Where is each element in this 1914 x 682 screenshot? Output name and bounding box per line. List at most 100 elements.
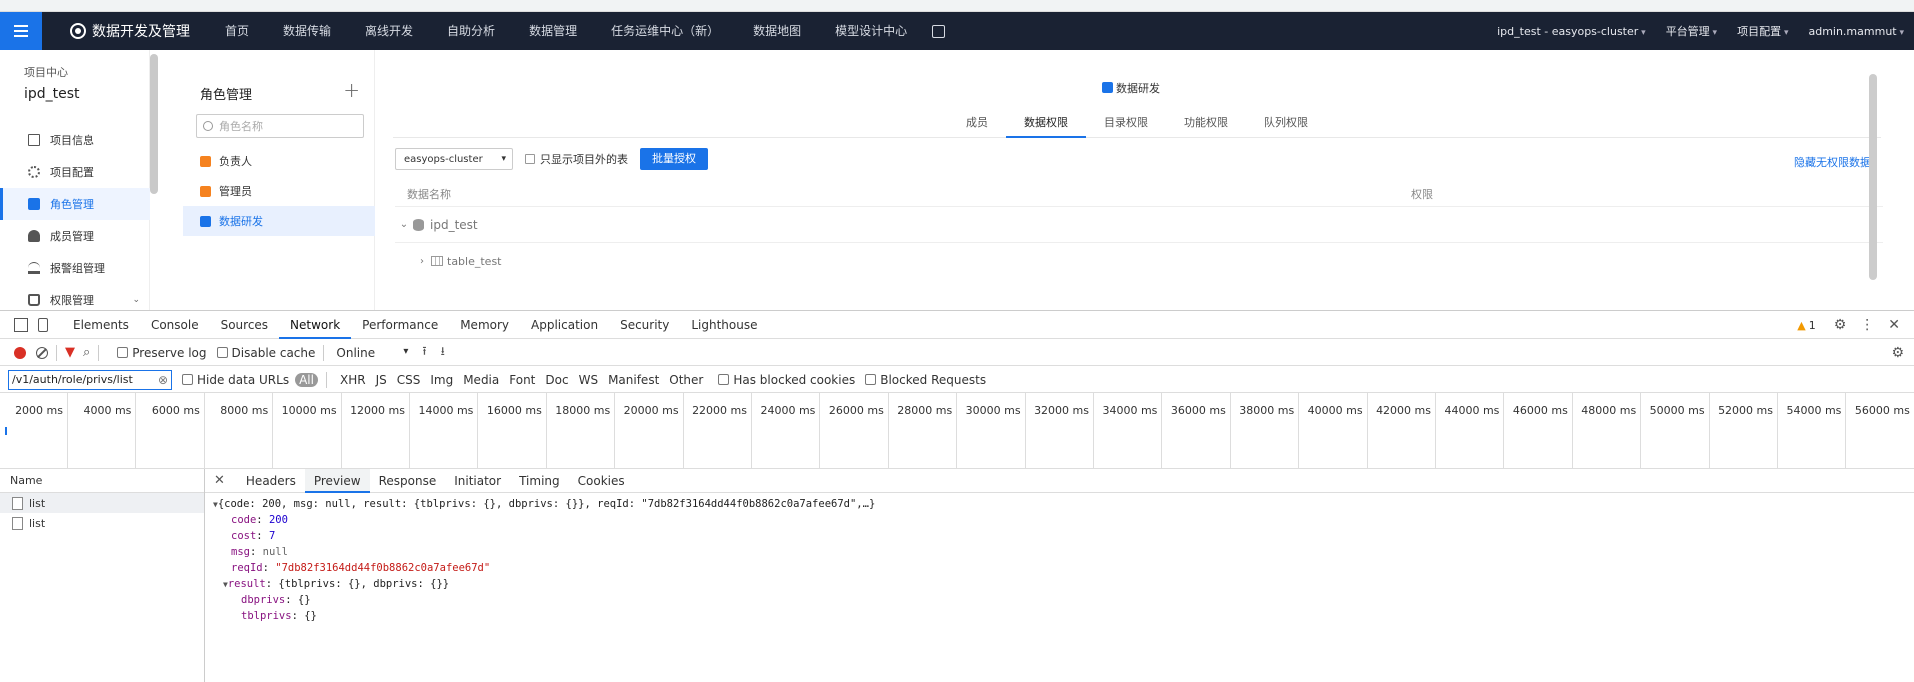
sidebar-item-member-management[interactable]: 成员管理 bbox=[0, 220, 150, 252]
filter-type-all[interactable]: All bbox=[295, 372, 318, 387]
tab-headers[interactable]: Headers bbox=[237, 469, 305, 493]
inspect-icon[interactable] bbox=[14, 317, 28, 332]
request-row[interactable]: list bbox=[0, 493, 204, 513]
clear-icon[interactable] bbox=[36, 346, 48, 359]
sidebar-scrollbar[interactable] bbox=[150, 54, 158, 194]
gear-icon[interactable]: ⚙ bbox=[1834, 317, 1847, 333]
role-item-admin[interactable]: 管理员 bbox=[183, 176, 375, 206]
filter-type-other[interactable]: Other bbox=[664, 373, 708, 387]
json-line[interactable]: ▼result: {tblprivs: {}, dbprivs: {}} bbox=[213, 576, 1914, 592]
role-search-input[interactable]: 角色名称 bbox=[196, 114, 364, 138]
only-external-checkbox[interactable] bbox=[525, 154, 535, 164]
filter-icon[interactable]: ▼ bbox=[65, 345, 75, 360]
tab-timing[interactable]: Timing bbox=[510, 469, 569, 493]
tab-memory[interactable]: Memory bbox=[449, 311, 520, 339]
sidebar-item-project-info[interactable]: 项目信息 bbox=[0, 124, 150, 156]
json-preview[interactable]: ▼{code: 200, msg: null, result: {tblpriv… bbox=[205, 493, 1914, 624]
warnings-badge[interactable]: 1 bbox=[1797, 319, 1816, 332]
timeline-tick: 50000 ms bbox=[1642, 393, 1710, 469]
export-har-icon[interactable]: ⭳ bbox=[441, 342, 445, 363]
chevron-right-icon[interactable]: › bbox=[413, 256, 431, 267]
filter-type-font[interactable]: Font bbox=[504, 373, 540, 387]
tab-application[interactable]: Application bbox=[520, 311, 609, 339]
tab-security[interactable]: Security bbox=[609, 311, 680, 339]
network-timeline[interactable]: 2000 ms 4000 ms 6000 ms 8000 ms 10000 ms 1200… bbox=[0, 393, 1914, 469]
filter-type-xhr[interactable]: XHR bbox=[335, 373, 371, 387]
tab-performance[interactable]: Performance bbox=[351, 311, 449, 339]
sidebar-item-role-management[interactable]: 角色管理 bbox=[0, 188, 150, 220]
filter-type-js[interactable]: JS bbox=[371, 373, 392, 387]
tab-data-permissions[interactable]: 数据权限 bbox=[1006, 110, 1086, 138]
timeline-tick: 14000 ms bbox=[410, 393, 479, 469]
brand[interactable]: 数据开发及管理 bbox=[70, 21, 190, 41]
cluster-switcher[interactable]: ipd_test - easyops-cluster bbox=[1487, 25, 1656, 38]
alarm-icon bbox=[28, 262, 40, 274]
nav-item-data-map[interactable]: 数据地图 bbox=[736, 12, 818, 50]
nav-item-home[interactable]: 首页 bbox=[208, 12, 266, 50]
record-icon[interactable] bbox=[14, 346, 26, 359]
sidebar-item-alarm-groups[interactable]: 报警组管理 bbox=[0, 252, 150, 284]
close-icon[interactable]: ✕ bbox=[1888, 317, 1900, 333]
timeline-tick: 54000 ms bbox=[1778, 393, 1847, 469]
nav-item-model-design[interactable]: 模型设计中心 bbox=[818, 12, 924, 50]
tree-row-table[interactable]: › table_test bbox=[395, 243, 1883, 279]
tab-members[interactable]: 成员 bbox=[948, 110, 1006, 138]
tab-lighthouse[interactable]: Lighthouse bbox=[680, 311, 768, 339]
close-icon[interactable]: ✕ bbox=[214, 473, 225, 488]
more-options-icon[interactable]: ⋮ bbox=[1860, 317, 1874, 333]
tab-queue-permissions[interactable]: 队列权限 bbox=[1246, 110, 1326, 138]
nav-item-task-ops[interactable]: 任务运维中心（新） bbox=[594, 12, 736, 50]
blocked-requests-checkbox[interactable] bbox=[865, 374, 877, 385]
search-icon[interactable]: ⌕ bbox=[83, 345, 90, 360]
gear-icon[interactable]: ⚙ bbox=[1891, 345, 1904, 361]
tab-console[interactable]: Console bbox=[140, 311, 210, 339]
json-root[interactable]: ▼{code: 200, msg: null, result: {tblpriv… bbox=[213, 496, 1914, 512]
nav-item-data-transfer[interactable]: 数据传输 bbox=[266, 12, 348, 50]
network-filter-input[interactable]: /v1/auth/role/privs/list bbox=[8, 369, 172, 390]
has-blocked-cookies-checkbox[interactable] bbox=[718, 374, 730, 385]
request-row[interactable]: list bbox=[0, 513, 204, 533]
tab-sources[interactable]: Sources bbox=[210, 311, 279, 339]
cluster-select[interactable]: easyops-cluster bbox=[395, 148, 513, 170]
tab-network[interactable]: Network bbox=[279, 311, 352, 339]
filter-type-media[interactable]: Media bbox=[458, 373, 504, 387]
hide-unauthorized-link[interactable]: 隐藏无权限数据 bbox=[1794, 154, 1871, 170]
filter-type-doc[interactable]: Doc bbox=[540, 373, 573, 387]
chevron-down-icon[interactable]: ⌄ bbox=[395, 219, 413, 230]
timeline-tick: 34000 ms bbox=[1094, 393, 1163, 469]
tab-elements[interactable]: Elements bbox=[62, 311, 140, 339]
main-scrollbar[interactable] bbox=[1869, 74, 1877, 280]
tab-cookies[interactable]: Cookies bbox=[569, 469, 634, 493]
batch-authorize-button[interactable]: 批量授权 bbox=[640, 148, 708, 170]
tab-response[interactable]: Response bbox=[370, 469, 446, 493]
tab-preview[interactable]: Preview bbox=[304, 468, 370, 493]
nav-item-self-analysis[interactable]: 自助分析 bbox=[430, 12, 512, 50]
filter-type-css[interactable]: CSS bbox=[392, 373, 426, 387]
menu-toggle-button[interactable] bbox=[0, 12, 42, 50]
tab-initiator[interactable]: Initiator bbox=[445, 469, 510, 493]
tab-catalog-permissions[interactable]: 目录权限 bbox=[1086, 110, 1166, 138]
throttling-select[interactable]: Online bbox=[336, 346, 408, 360]
hide-data-urls-checkbox[interactable] bbox=[182, 374, 193, 385]
add-role-button[interactable]: + bbox=[343, 78, 360, 102]
import-har-icon[interactable]: ⭱ bbox=[422, 342, 426, 363]
expand-icon[interactable] bbox=[932, 24, 946, 38]
filter-type-ws[interactable]: WS bbox=[574, 373, 603, 387]
user-menu[interactable]: admin.mammut bbox=[1798, 25, 1914, 38]
sidebar-item-project-config[interactable]: 项目配置 bbox=[0, 156, 150, 188]
tree-row-database[interactable]: ⌄ ipd_test bbox=[395, 207, 1883, 243]
role-item-data-dev[interactable]: 数据研发 bbox=[183, 206, 375, 236]
filter-type-img[interactable]: Img bbox=[425, 373, 458, 387]
has-blocked-cookies-label: Has blocked cookies bbox=[733, 372, 856, 387]
preserve-log-checkbox[interactable] bbox=[117, 347, 129, 358]
nav-item-data-management[interactable]: 数据管理 bbox=[512, 12, 594, 50]
tab-function-permissions[interactable]: 功能权限 bbox=[1166, 110, 1246, 138]
platform-menu[interactable]: 平台管理 bbox=[1656, 23, 1727, 39]
column-name[interactable]: Name bbox=[0, 469, 204, 493]
filter-type-manifest[interactable]: Manifest bbox=[603, 373, 664, 387]
disable-cache-checkbox[interactable] bbox=[216, 347, 228, 358]
device-toolbar-icon[interactable] bbox=[38, 317, 48, 332]
role-item-owner[interactable]: 负责人 bbox=[183, 146, 375, 176]
nav-item-offline-dev[interactable]: 离线开发 bbox=[348, 12, 430, 50]
project-config-menu[interactable]: 项目配置 bbox=[1727, 23, 1798, 39]
